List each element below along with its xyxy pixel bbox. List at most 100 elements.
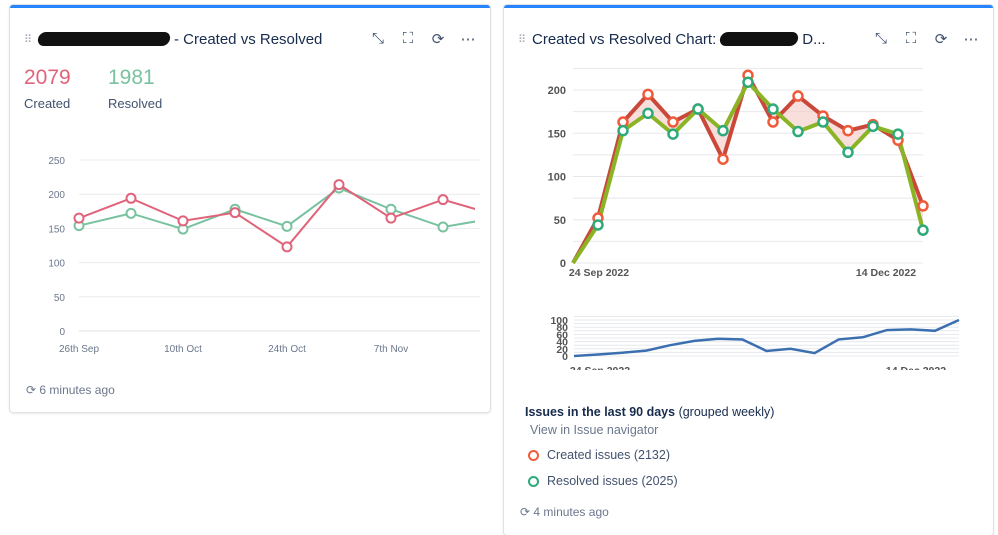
created-point (642, 88, 654, 101)
resolved-point (867, 120, 879, 133)
y-tick-label: 150 (548, 128, 566, 140)
chart-summary: Issues in the last 90 days (grouped week… (525, 405, 774, 419)
mini-x-tick-label: 14 Dec 2022 (886, 365, 946, 370)
resolved-point (667, 128, 679, 140)
gadget-header: ⠿ Created vs Resolved Chart: D... ⤡ ⛶ ⟳ … (518, 28, 979, 50)
resolved-point (842, 146, 854, 159)
created-point (667, 116, 679, 128)
refresh-small-icon[interactable]: ⟳ (26, 383, 36, 397)
view-in-issue-navigator-link[interactable]: View in Issue navigator (530, 423, 658, 437)
mini-y-tick-label: 100 (550, 315, 568, 327)
data-point (125, 207, 137, 219)
data-point (229, 207, 241, 219)
resolved-point (717, 124, 729, 137)
data-point (333, 179, 345, 191)
y-tick-label: 100 (48, 259, 65, 270)
refresh-icon[interactable]: ⟳ (933, 30, 949, 48)
x-tick-label: 14 Dec 2022 (856, 267, 916, 279)
minimize-icon[interactable]: ⤡ (873, 30, 889, 48)
drag-handle-icon[interactable]: ⠿ (518, 33, 532, 46)
y-tick-label: 250 (48, 156, 65, 167)
created-point (842, 124, 854, 137)
more-options-icon[interactable]: ⋯ (460, 30, 476, 48)
y-tick-label: 50 (54, 293, 66, 304)
created-count: 2079 (24, 66, 71, 89)
resolved-point (642, 107, 654, 120)
data-point (437, 194, 449, 206)
legend-resolved[interactable]: Resolved issues (2025) (528, 474, 678, 488)
gadget-title-suffix: D... (802, 30, 826, 48)
gadget-header: ⠿ - Created vs Resolved ⤡ ⛶ ⟳ ⋯ (24, 28, 476, 50)
resolved-point (817, 116, 829, 128)
created-point (792, 90, 804, 102)
data-point (73, 212, 85, 224)
fullscreen-icon[interactable]: ⛶ (400, 30, 416, 48)
x-tick-label: 26th Sep (59, 344, 99, 355)
y-tick-label: 50 (554, 215, 566, 227)
minimize-icon[interactable]: ⤡ (370, 30, 386, 48)
resolved-label: Resolved (108, 96, 163, 111)
created-vs-resolved-gadget: ⠿ - Created vs Resolved ⤡ ⛶ ⟳ ⋯ 2079 Cre… (10, 5, 490, 412)
data-point (437, 221, 449, 233)
resolved-point (792, 125, 804, 138)
x-tick-label: 24th Oct (268, 344, 306, 355)
resolved-point (617, 124, 629, 137)
last-updated: ⟳ 4 minutes ago (520, 505, 609, 519)
y-tick-label: 200 (48, 190, 65, 201)
legend-label: Resolved issues (2025) (547, 474, 678, 488)
redacted-title (36, 32, 172, 46)
resolved-stat: 1981 Resolved (108, 66, 162, 111)
created-point (917, 200, 929, 212)
data-point (385, 212, 397, 224)
resolved-point (692, 103, 704, 115)
redacted-title (719, 32, 800, 46)
more-options-icon[interactable]: ⋯ (963, 30, 979, 48)
difference-area (573, 75, 923, 263)
created-resolved-line-chart: 0 50 100 150 200 250 26th Sep 10th Oct 24th Oct 7… (48, 156, 480, 355)
created-resolved-area-chart: 05010015020024 Sep 2022 14 Dec 2022020406… (548, 67, 960, 370)
gadget-title: - Created vs Resolved (174, 30, 323, 48)
mini-x-tick-label: 24 Sep 2022 (570, 365, 630, 370)
y-tick-label: 0 (560, 258, 566, 270)
resolved-line (571, 80, 925, 265)
resolved-count: 1981 (108, 66, 155, 89)
y-tick-label: 150 (48, 224, 65, 235)
data-point (125, 192, 137, 204)
y-tick-label: 0 (59, 327, 65, 338)
created-point (717, 153, 729, 165)
x-tick-label: 24 Sep 2022 (569, 267, 629, 279)
data-point (281, 241, 293, 253)
drag-handle-icon[interactable]: ⠿ (24, 33, 38, 46)
resolved-point (892, 128, 904, 140)
series-resolved (73, 182, 475, 235)
summary-grouping: (grouped weekly) (678, 405, 775, 419)
created-legend-icon (528, 449, 539, 461)
summary-title: Issues in the last 90 days (525, 405, 676, 419)
fullscreen-icon[interactable]: ⛶ (903, 30, 919, 48)
x-tick-label: 10th Oct (164, 344, 202, 355)
data-point (281, 220, 293, 232)
last-updated-text: 6 minutes ago (39, 383, 115, 397)
created-point (767, 116, 779, 128)
y-tick-label: 100 (548, 172, 566, 184)
created-line (571, 73, 925, 264)
data-point (385, 203, 397, 215)
created-vs-resolved-chart-gadget: ⠿ Created vs Resolved Chart: D... ⤡ ⛶ ⟳ … (504, 5, 993, 535)
resolved-point (592, 219, 604, 231)
resolved-point (767, 103, 779, 115)
created-stat: 2079 Created (24, 66, 71, 111)
x-tick-label: 7th Nov (374, 344, 408, 355)
refresh-icon[interactable]: ⟳ (430, 30, 446, 48)
legend-created[interactable]: Created issues (2132) (528, 448, 670, 462)
gadget-title: Created vs Resolved Chart: (532, 30, 717, 48)
resolved-point (917, 224, 929, 236)
y-tick-label: 200 (548, 85, 566, 97)
last-updated: ⟳ 6 minutes ago (26, 383, 115, 397)
legend-label: Created issues (2132) (547, 448, 670, 462)
created-label: Created (24, 96, 71, 111)
last-updated-text: 4 minutes ago (533, 505, 609, 519)
refresh-small-icon[interactable]: ⟳ (520, 505, 530, 519)
resolved-legend-icon (528, 475, 539, 487)
data-point (177, 215, 189, 227)
resolved-point (742, 76, 754, 88)
